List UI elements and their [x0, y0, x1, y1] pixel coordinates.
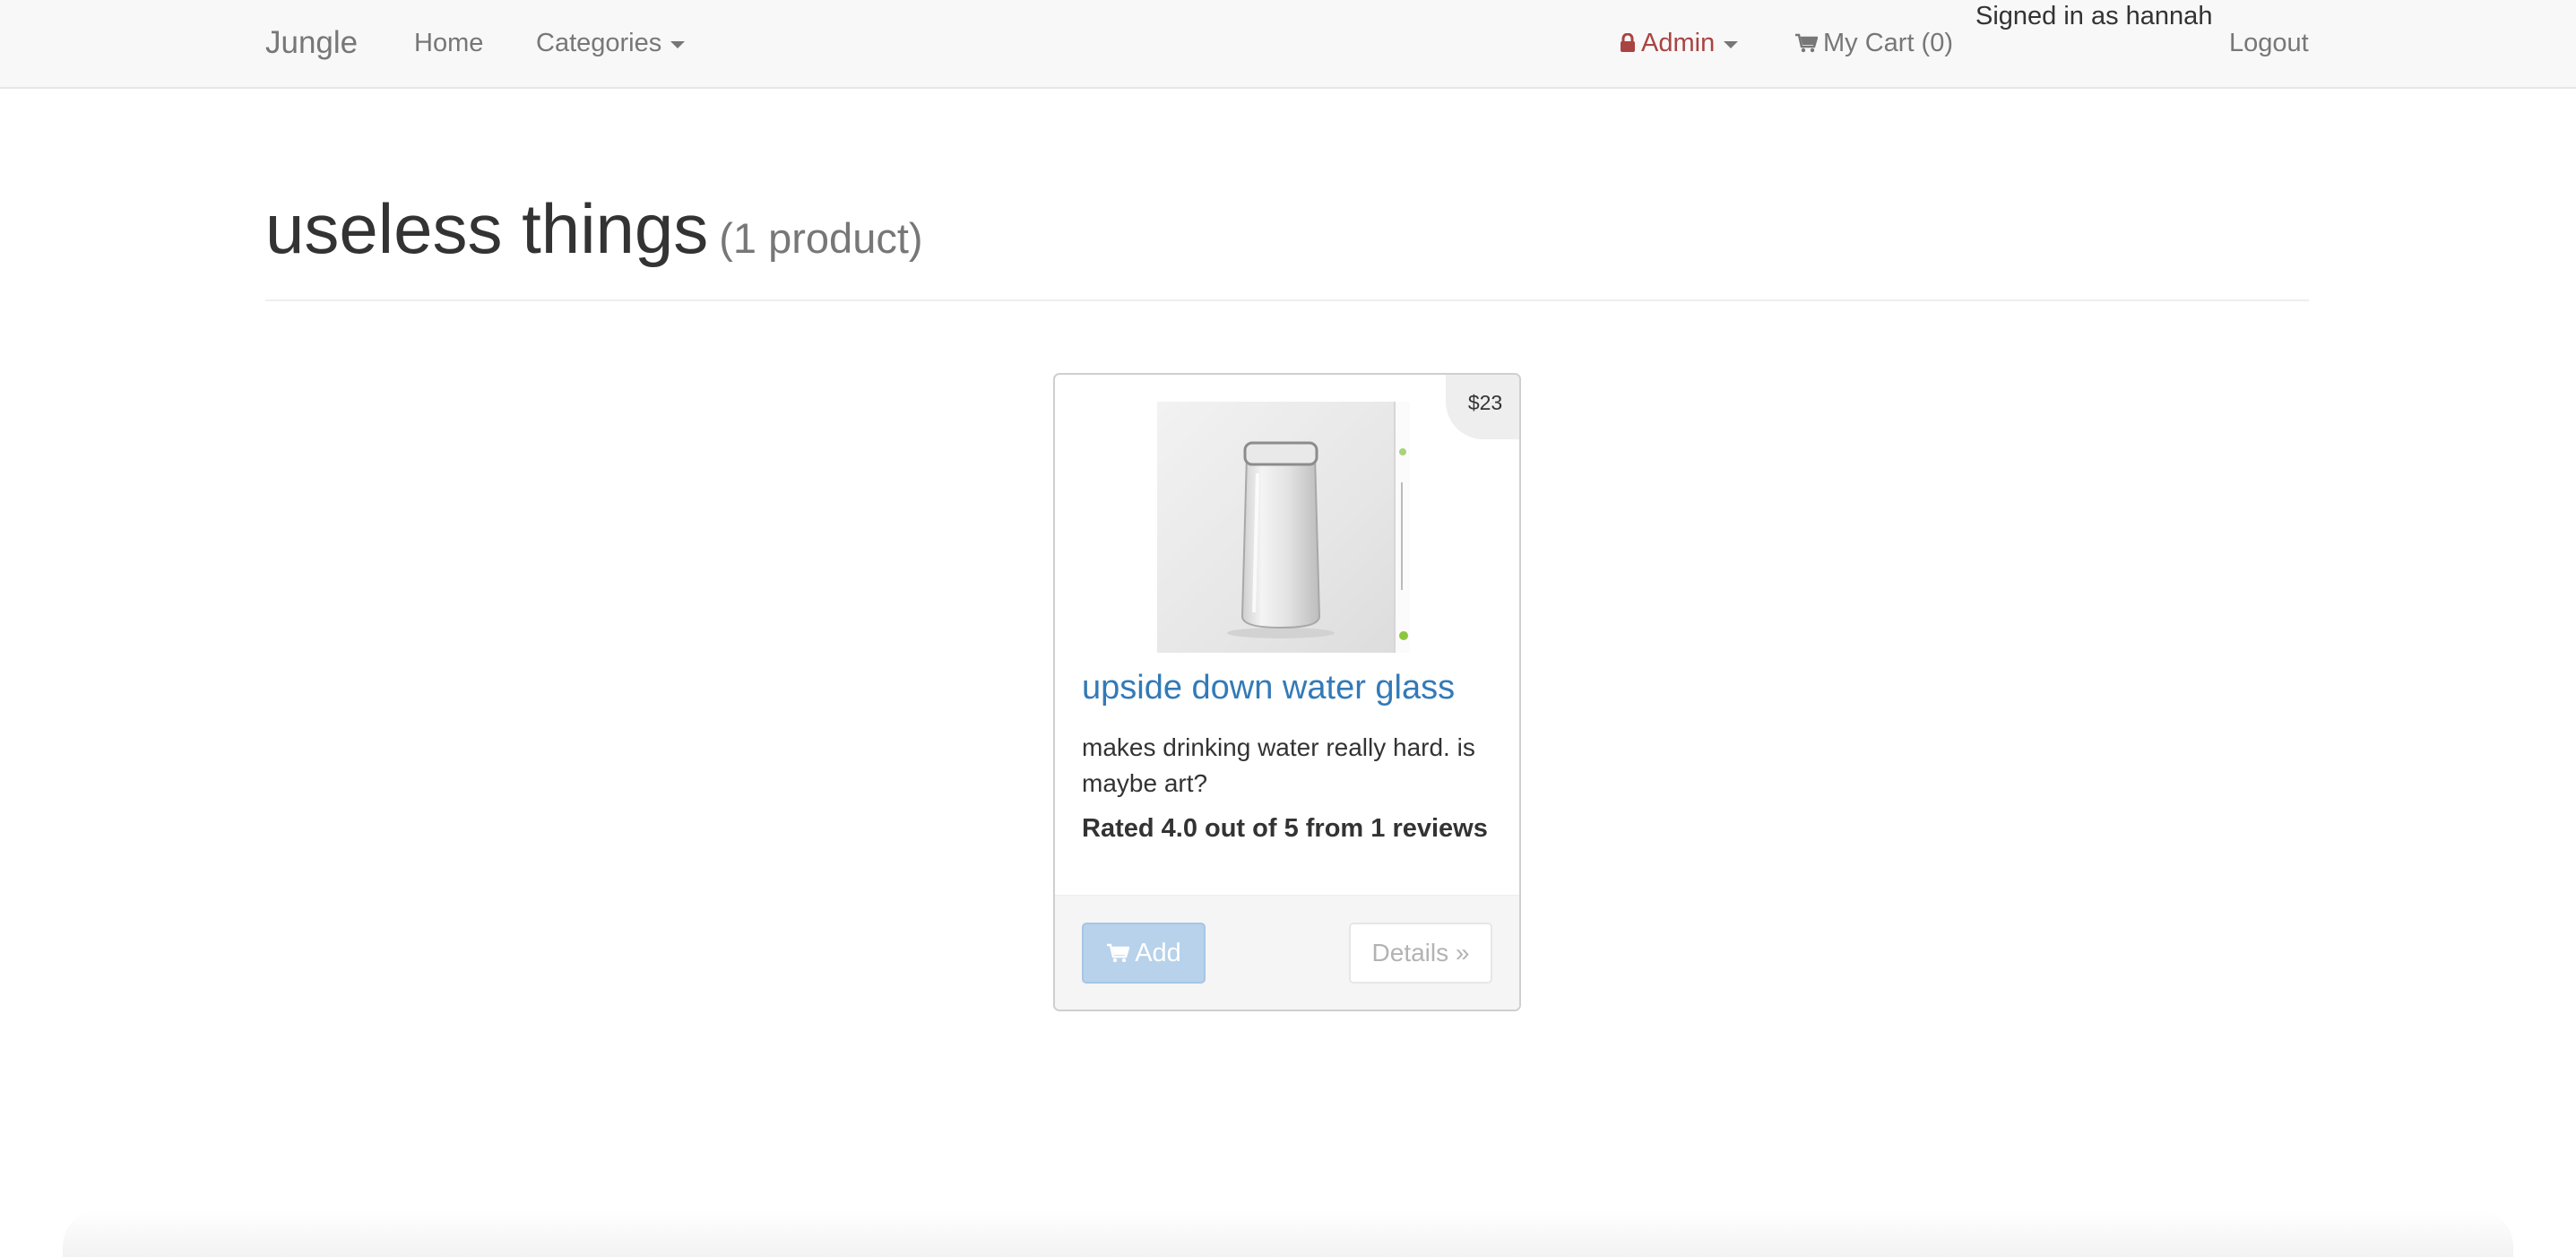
shopping-cart-icon [1794, 33, 1818, 53]
price-badge: $23 [1446, 375, 1519, 439]
product-card: $23 upside down water glass makes drinki… [1053, 373, 1521, 1011]
page-header: useless things (1 product) [265, 188, 2309, 301]
category-title: useless things [265, 189, 709, 268]
product-count: (1 product) [719, 214, 923, 262]
product-name-link[interactable]: upside down water glass [1082, 669, 1455, 707]
page-title: useless things (1 product) [265, 188, 923, 279]
image-edge [1394, 402, 1410, 653]
nav-categories-label: Categories [536, 28, 662, 57]
nav-cart-label: My Cart (0) [1823, 28, 1953, 57]
logout-link[interactable]: Logout [2229, 0, 2309, 86]
brand-link[interactable]: Jungle [265, 0, 358, 86]
add-button-label: Add [1135, 938, 1181, 967]
nav-admin-label: Admin [1641, 28, 1716, 57]
nav-cart-link[interactable]: My Cart (0) [1794, 0, 1953, 86]
nav-home-link[interactable]: Home [414, 0, 483, 86]
lock-icon [1620, 33, 1636, 53]
details-button[interactable]: Details » [1349, 923, 1492, 984]
shopping-cart-icon [1106, 943, 1130, 963]
product-description: makes drinking water really hard. is may… [1082, 733, 1475, 797]
navbar: Jungle Home Categories Admin My Cart (0)… [0, 0, 2576, 89]
add-to-cart-button[interactable]: Add [1082, 923, 1206, 984]
chevron-down-icon [1724, 41, 1739, 48]
product-rating: Rated 4.0 out of 5 from 1 reviews [1082, 814, 1488, 843]
card-footer: Add Details » [1055, 895, 1519, 1010]
nav-admin-dropdown[interactable]: Admin [1620, 0, 1739, 86]
bottom-shadow [63, 1210, 2513, 1257]
nav-categories-dropdown[interactable]: Categories [536, 0, 686, 86]
chevron-down-icon [670, 41, 686, 48]
product-image[interactable] [1157, 402, 1410, 653]
signed-in-text: Signed in as hannah [1975, 2, 2213, 30]
